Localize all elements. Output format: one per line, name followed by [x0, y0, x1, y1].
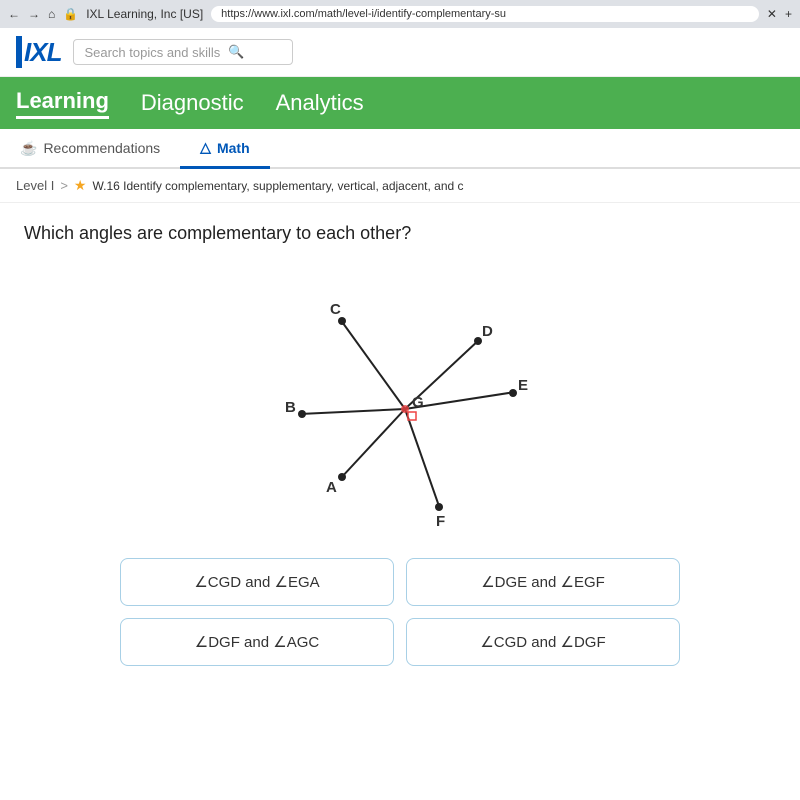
sub-nav-recommendations[interactable]: ☕ Recommendations — [0, 129, 180, 167]
main-content: Which angles are complementary to each o… — [0, 203, 800, 686]
nav-item-diagnostic[interactable]: Diagnostic — [141, 90, 244, 116]
svg-text:G: G — [412, 394, 424, 411]
forward-icon[interactable]: → — [28, 7, 40, 21]
home-icon[interactable]: ⌂ — [48, 7, 55, 21]
answer-btn-1[interactable]: ∠CGD and ∠EGA — [120, 558, 394, 606]
search-icon[interactable]: 🔍 — [228, 44, 244, 60]
svg-text:F: F — [436, 513, 445, 530]
svg-text:B: B — [285, 399, 296, 416]
breadcrumb: Level I > ★ W.16 Identify complementary,… — [0, 169, 800, 203]
nav-item-analytics[interactable]: Analytics — [276, 90, 364, 116]
svg-text:D: D — [482, 323, 493, 340]
nav-item-learning[interactable]: Learning — [16, 88, 109, 119]
breadcrumb-lesson: W.16 Identify complementary, supplementa… — [92, 179, 463, 193]
answer-btn-2[interactable]: ∠DGE and ∠EGF — [406, 558, 680, 606]
search-box[interactable]: Search topics and skills 🔍 — [73, 39, 293, 65]
search-placeholder: Search topics and skills — [84, 45, 220, 60]
lock-icon: 🔒 — [63, 7, 78, 21]
answer-btn-3[interactable]: ∠DGF and ∠AGC — [120, 618, 394, 666]
close-icon[interactable]: ✕ — [767, 7, 777, 21]
sub-nav: ☕ Recommendations △ Math — [0, 129, 800, 169]
new-tab-icon[interactable]: + — [785, 7, 792, 21]
ixl-logo[interactable]: IXL — [16, 36, 61, 68]
question-text: Which angles are complementary to each o… — [24, 223, 776, 244]
answer-btn-4[interactable]: ∠CGD and ∠DGF — [406, 618, 680, 666]
breadcrumb-level[interactable]: Level I — [16, 178, 54, 193]
diagram-area: C D E B A F G — [24, 264, 776, 534]
svg-text:C: C — [330, 301, 341, 318]
sub-nav-math[interactable]: △ Math — [180, 129, 269, 169]
recommendations-icon: ☕ — [20, 140, 37, 157]
ixl-header: IXL Search topics and skills 🔍 — [0, 28, 800, 77]
address-bar[interactable]: https://www.ixl.com/math/level-i/identif… — [211, 6, 759, 22]
answer-grid: ∠CGD and ∠EGA ∠DGE and ∠EGF ∠DGF and ∠AG… — [120, 558, 680, 666]
browser-bar: ← → ⌂ 🔒 IXL Learning, Inc [US] https://w… — [0, 0, 800, 28]
math-icon: △ — [200, 139, 211, 156]
svg-text:A: A — [326, 479, 337, 496]
svg-text:E: E — [518, 377, 528, 394]
back-icon[interactable]: ← — [8, 7, 20, 21]
angle-diagram: C D E B A F G — [230, 264, 570, 534]
main-nav: Learning Diagnostic Analytics — [0, 77, 800, 129]
tab-site-label: IXL Learning, Inc [US] — [86, 7, 203, 21]
breadcrumb-star: ★ — [74, 177, 87, 194]
breadcrumb-chevron: > — [60, 178, 68, 193]
